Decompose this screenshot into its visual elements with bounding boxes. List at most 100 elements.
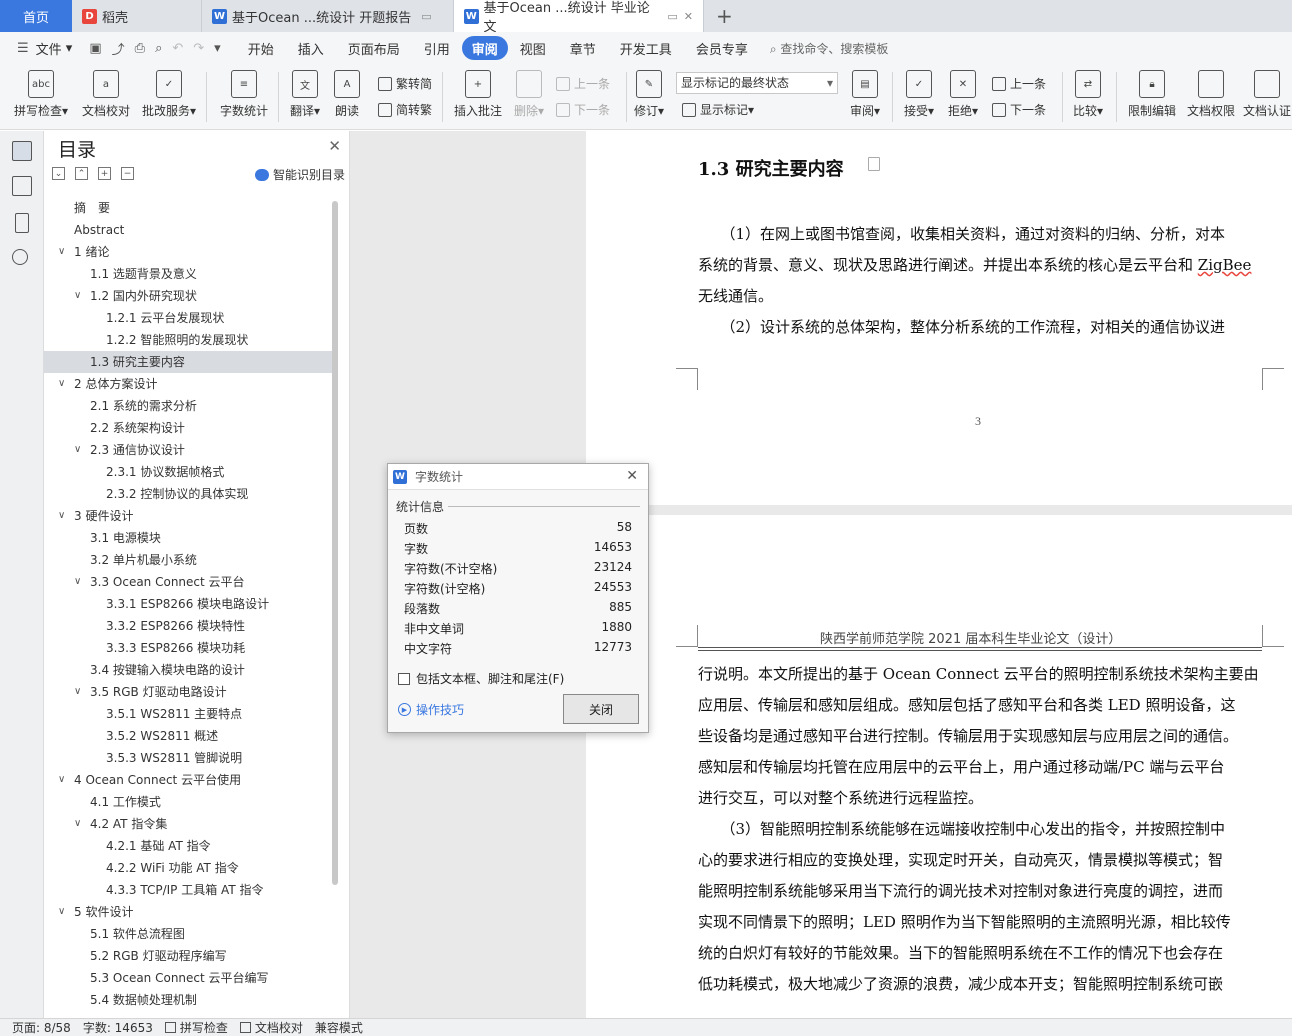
chevron-down-icon[interactable]: ∨ (74, 285, 81, 307)
track-changes-button[interactable]: ✎ 修订▾ (630, 70, 668, 119)
toc-item[interactable]: 2.1 系统的需求分析 (44, 395, 334, 417)
toc-item[interactable]: 1.2.1 云平台发展现状 (44, 307, 334, 329)
toc-item[interactable]: 4.2.1 基础 AT 指令 (44, 835, 334, 857)
toc-item[interactable]: ∨ 3.5 RGB 灯驱动电路设计 (44, 681, 334, 703)
toc-item[interactable]: 3.5.2 WS2811 概述 (44, 725, 334, 747)
toc-item[interactable]: ∨ 1 绪论 (44, 241, 334, 263)
proofread-toggle[interactable]: 文档校对 (239, 1019, 303, 1036)
toc-item[interactable]: ∨ 2 总体方案设计 (44, 373, 334, 395)
toc-item[interactable]: 5.2 RGB 灯驱动程序编写 (44, 945, 334, 967)
toc-item[interactable]: ∨ 5 软件设计 (44, 901, 334, 923)
toc-item[interactable]: 5.4 数据帧处理机制 (44, 989, 334, 1011)
tips-link[interactable]: ▶ 操作技巧 (398, 701, 464, 718)
smart-toc-button[interactable]: 智能识别目录 (254, 166, 345, 183)
toc-item[interactable]: 4.1 工作模式 (44, 791, 334, 813)
toc-item[interactable]: 3.5.1 WS2811 主要特点 (44, 703, 334, 725)
reject-button[interactable]: ✕ 拒绝▾ (944, 70, 982, 119)
chevron-down-icon[interactable]: ∨ (58, 505, 65, 527)
chevron-down-icon[interactable]: ∨ (58, 769, 65, 791)
menu-chapter[interactable]: 章节 (558, 36, 608, 60)
menu-start[interactable]: 开始 (236, 36, 286, 60)
toc-item[interactable]: 2.2 系统架构设计 (44, 417, 334, 439)
toc-item[interactable]: ∨ 2.3 通信协议设计 (44, 439, 334, 461)
save-icon[interactable]: ▣ (84, 41, 106, 56)
chevron-down-icon[interactable]: ∨ (74, 439, 81, 461)
next-change-button[interactable]: 下一条 (992, 101, 1046, 118)
read-aloud-button[interactable]: A 朗读 (330, 70, 364, 119)
hamburger-icon[interactable]: ☰ (12, 41, 34, 56)
new-tab-button[interactable]: + (704, 0, 745, 32)
checkbox-box[interactable] (398, 672, 410, 685)
tab-close-icon[interactable]: ✕ (684, 10, 693, 23)
toc-item[interactable]: 3.2 单片机最小系统 (44, 549, 334, 571)
tab-docer[interactable]: D 稻壳 (72, 0, 202, 32)
tab-proposal-doc[interactable]: W 基于Ocean ...统设计 开题报告 ▭ (202, 0, 454, 32)
toc-item[interactable]: 5.1 软件总流程图 (44, 923, 334, 945)
tab-thesis-doc[interactable]: W 基于Ocean ...统设计 毕业论文 ▭ ✕ (454, 0, 704, 35)
toc-item[interactable]: 5.3 Ocean Connect 云平台编写 (44, 967, 334, 989)
toc-item[interactable]: 4.2.2 WiFi 功能 AT 指令 (44, 857, 334, 879)
compare-button[interactable]: ⇄ 比较▾ (1068, 70, 1108, 119)
include-textbox-checkbox[interactable]: 包括文本框、脚注和尾注(F) (398, 670, 564, 687)
doc-outline-icon[interactable] (868, 157, 880, 171)
bookmark-icon[interactable] (15, 213, 29, 233)
simp-to-trad-button[interactable]: 简转繁 (378, 101, 432, 118)
trad-to-simp-button[interactable]: 繁转简 (378, 75, 432, 92)
toc-item[interactable]: ∨ 3.3 Ocean Connect 云平台 (44, 571, 334, 593)
menu-reference[interactable]: 引用 (412, 36, 462, 60)
toc-item[interactable]: 3.4 按键输入模块电路的设计 (44, 659, 334, 681)
tab-home[interactable]: 首页 (0, 0, 72, 32)
review-pane-button[interactable]: ▤ 审阅▾ (846, 70, 884, 119)
markup-state-select[interactable]: 显示标记的最终状态 (676, 72, 838, 94)
find-icon[interactable] (12, 249, 28, 265)
toc-item[interactable]: 3.3.1 ESP8266 模块电路设计 (44, 593, 334, 615)
page-indicator[interactable]: 页面: 8/58 (12, 1019, 71, 1036)
next-comment-button[interactable]: 下一条 (556, 101, 610, 118)
prev-change-button[interactable]: 上一条 (992, 75, 1046, 92)
toc-item[interactable]: 摘 要 (44, 197, 334, 219)
paragraph-2[interactable]: 行说明。本文所提出的基于 Ocean Connect 云平台的照明控制系统技术架… (698, 659, 1262, 1000)
print-icon[interactable]: ⎙ (130, 41, 150, 56)
toc-scrollbar[interactable] (332, 201, 338, 885)
chevron-down-icon[interactable]: ∨ (58, 373, 65, 395)
export-icon[interactable]: ⤴ (107, 39, 130, 58)
toc-item[interactable]: 1.3 研究主要内容 (44, 351, 334, 373)
tab-pin-icon[interactable]: ▭ (667, 10, 677, 23)
add-heading-icon[interactable]: + (98, 167, 111, 180)
tab-pin-icon[interactable]: ▭ (421, 10, 431, 23)
toc-item[interactable]: 2.3.2 控制协议的具体实现 (44, 483, 334, 505)
chevron-down-icon[interactable]: ∨ (74, 571, 81, 593)
chapter-nav-icon[interactable] (12, 176, 32, 196)
toc-panel-icon[interactable] (12, 141, 32, 161)
toc-item[interactable]: ∨ 1.2 国内外研究现状 (44, 285, 334, 307)
doc-cert-button[interactable]: 文档认证 (1242, 70, 1292, 119)
menu-view[interactable]: 视图 (508, 36, 558, 60)
toc-item[interactable]: 4.3.3 TCP/IP 工具箱 AT 指令 (44, 879, 334, 901)
toc-item[interactable]: 3.5.3 WS2811 管脚说明 (44, 747, 334, 769)
command-search[interactable]: ⌕ 查找命令、搜索模板 (770, 40, 889, 57)
toc-item[interactable]: 1.2.2 智能照明的发展现状 (44, 329, 334, 351)
proofread-button[interactable]: a 文档校对 (78, 70, 134, 119)
toc-item[interactable]: Abstract (44, 219, 334, 241)
undo-icon[interactable]: ↶ (167, 41, 188, 56)
word-count-button[interactable]: ≡ 字数统计 (216, 70, 272, 119)
toc-item[interactable]: 3.3.2 ESP8266 模块特性 (44, 615, 334, 637)
show-markup-button[interactable]: 显示标记 ▾ (682, 101, 754, 118)
accept-button[interactable]: ✓ 接受▾ (900, 70, 938, 119)
doc-permission-button[interactable]: 文档权限 (1184, 70, 1238, 119)
toc-item[interactable]: 3.3.3 ESP8266 模块功耗 (44, 637, 334, 659)
toc-item[interactable]: 1.1 选题背景及意义 (44, 263, 334, 285)
word-count-indicator[interactable]: 字数: 14653 (83, 1019, 153, 1036)
toc-item[interactable]: ∨ 3 硬件设计 (44, 505, 334, 527)
more-icon[interactable]: ▾ (209, 41, 226, 56)
menu-insert[interactable]: 插入 (286, 36, 336, 60)
correction-service-button[interactable]: ✓ 批改服务▾ (138, 70, 200, 119)
chevron-down-icon[interactable]: ∨ (74, 681, 81, 703)
menu-member[interactable]: 会员专享 (684, 36, 760, 60)
toc-item[interactable]: ∨ 4.2 AT 指令集 (44, 813, 334, 835)
close-icon[interactable]: ✕ (328, 137, 341, 155)
menu-layout[interactable]: 页面布局 (336, 36, 412, 60)
menu-file[interactable]: 文件 ▾ (34, 36, 85, 60)
translate-button[interactable]: 文翻译▾ (284, 70, 326, 119)
menu-review[interactable]: 审阅 (461, 36, 508, 60)
